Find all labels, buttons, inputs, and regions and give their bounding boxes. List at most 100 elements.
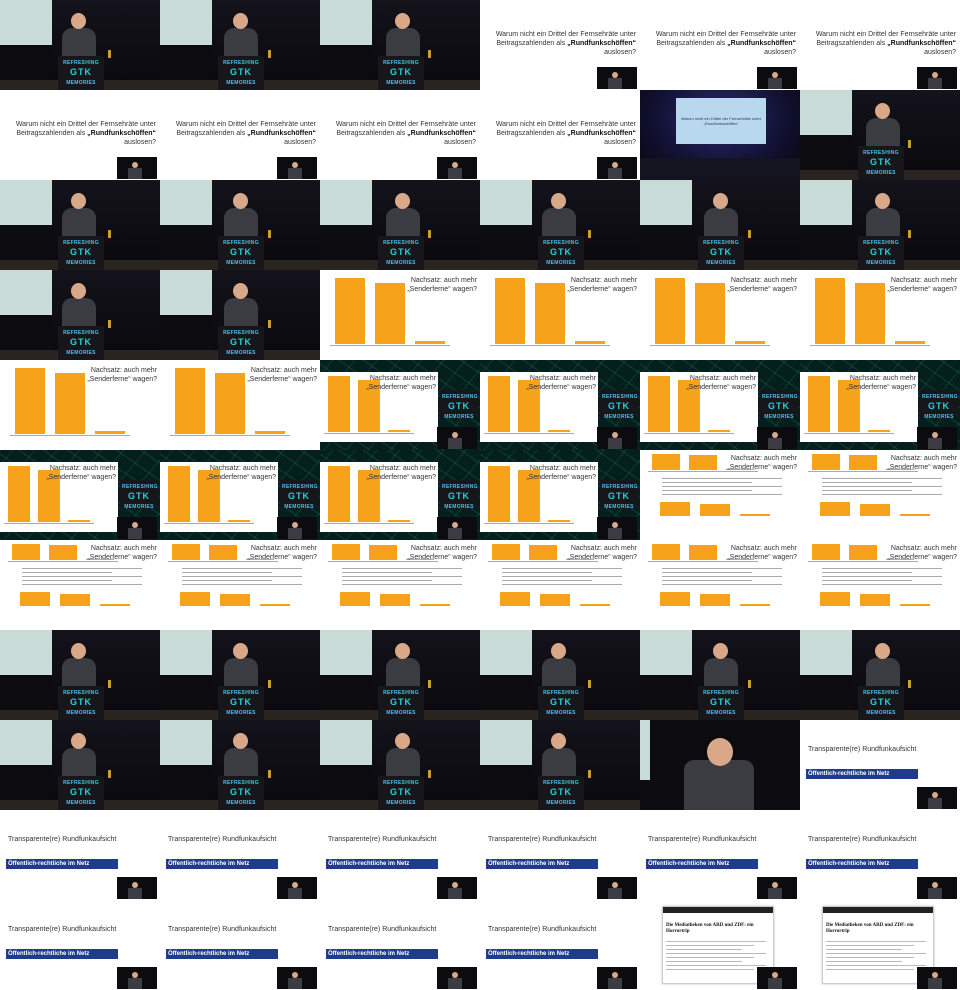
speaker-body xyxy=(288,168,302,179)
speaker-body xyxy=(768,438,782,449)
note-text-line xyxy=(342,580,432,581)
lower-chart-bar xyxy=(380,594,410,606)
thumbnail-chart-net: Nachsatz: auch mehr „Senderferne“ wagen? R… xyxy=(640,360,800,450)
chart-bar xyxy=(14,368,46,434)
chart-title: Nachsatz: auch mehr „Senderferne“ wagen? xyxy=(366,374,436,392)
microphone xyxy=(588,770,591,778)
speaker-body xyxy=(704,208,738,238)
chart-title-line-2: „Senderferne“ wagen? xyxy=(887,554,957,561)
chart-bar xyxy=(529,545,557,560)
lower-chart-bar xyxy=(100,604,130,606)
thumbnail-chart: Nachsatz: auch mehr „Senderferne“ wagen? xyxy=(320,270,480,360)
thumbnail-grid: REFRESHING GTK MEMORIES REFRESHING GTK MEMORI… xyxy=(0,0,960,990)
microphone xyxy=(908,680,911,688)
podium-label-mid: GTK xyxy=(870,247,892,257)
chart-title-line-1: Nachsatz: auch mehr xyxy=(570,545,637,552)
speaker-inset xyxy=(917,787,957,809)
microphone xyxy=(748,680,751,688)
speaker-inset xyxy=(597,517,637,539)
lower-chart-bar xyxy=(220,594,250,606)
chart-title-line-1: Nachsatz: auch mehr xyxy=(730,277,797,284)
podium-label-bottom: MEMORIES xyxy=(66,800,96,806)
chart-title: Nachsatz: auch mehr „Senderferne“ wagen? xyxy=(366,464,436,482)
podium: REFRESHING GTK MEMORIES xyxy=(58,776,104,810)
podium-label-mid: GTK xyxy=(128,491,150,501)
note-text-line xyxy=(342,584,462,585)
speaker-body xyxy=(448,528,462,539)
speaker-body xyxy=(608,438,622,449)
podium-label-mid: GTK xyxy=(550,247,572,257)
podium-label-bottom: MEMORIES xyxy=(284,504,314,510)
question-text: Warum nicht ein Drittel der Fernsehräte … xyxy=(486,120,636,147)
article-text-line xyxy=(826,957,914,958)
lower-chart-bar xyxy=(660,592,690,606)
speaker-inset xyxy=(437,427,477,449)
speaker-head xyxy=(707,738,733,766)
rt-slide-title: Transparente(re) Rundfunkaufsicht xyxy=(8,926,117,933)
chart-slide-panel: Nachsatz: auch mehr „Senderferne“ wagen? xyxy=(480,462,598,532)
speaker-body xyxy=(928,888,942,899)
projection-screen xyxy=(320,180,372,225)
thumbnail-stage: REFRESHING GTK MEMORIES xyxy=(0,720,160,810)
podium-label-mid: GTK xyxy=(390,67,412,77)
chart-title: Nachsatz: auch mehr „Senderferne“ wagen? xyxy=(526,374,596,392)
note-text-line xyxy=(22,572,112,573)
chart-title-line-1: Nachsatz: auch mehr xyxy=(570,277,637,284)
question-line-2-bold: „Rundfunkschöffen“ xyxy=(407,130,476,137)
chart-title-line-1: Nachsatz: auch mehr xyxy=(250,367,317,374)
chart-bar xyxy=(67,520,91,522)
chart-bar xyxy=(7,466,31,522)
rt-slide-banner: Öffentlich-rechtliche im Netz xyxy=(6,949,118,959)
chart-bar xyxy=(209,545,237,560)
article-header-bar xyxy=(663,907,773,913)
speaker-body xyxy=(448,438,462,449)
note-text-line xyxy=(342,568,462,569)
lower-chart-bar xyxy=(420,604,450,606)
chart-title-line-1: Nachsatz: auch mehr xyxy=(90,367,157,374)
podium-label-bottom: MEMORIES xyxy=(226,260,256,266)
rt-slide-banner: Öffentlich-rechtliche im Netz xyxy=(326,859,438,869)
chart-title-line-2: „Senderferne“ wagen? xyxy=(727,286,797,293)
speaker-inset xyxy=(437,967,477,989)
speaker-head xyxy=(71,733,86,749)
speaker-body xyxy=(128,978,142,989)
question-line-2-bold: „Rundfunkschöffen“ xyxy=(727,40,796,47)
thumbnail-rt: Transparente(re) Rundfunkaufsicht Öffentl… xyxy=(160,900,320,990)
chart-bar xyxy=(94,431,126,434)
speaker-inset xyxy=(917,877,957,899)
projection-screen xyxy=(480,180,532,225)
chart-title-line-1: Nachsatz: auch mehr xyxy=(890,455,957,462)
question-line-2-bold: „Rundfunkschöffen“ xyxy=(87,130,156,137)
chart-title-line-1: Nachsatz: auch mehr xyxy=(730,455,797,462)
thumbnail-chart-notes: Nachsatz: auch mehr „Senderferne“ wagen? xyxy=(800,540,960,630)
question-text: Warum nicht ein Drittel der Fernsehräte … xyxy=(166,120,316,147)
podium-label-top: REFRESHING xyxy=(442,484,478,490)
note-text-line xyxy=(662,568,782,569)
chart-title-line-2: „Senderferne“ wagen? xyxy=(87,554,157,561)
podium: REFRESHING GTK MEMORIES xyxy=(600,390,638,420)
question-text: Warum nicht ein Drittel der Fernsehräte … xyxy=(646,30,796,57)
chart-title-line-2: „Senderferne“ wagen? xyxy=(407,554,477,561)
microphone xyxy=(268,680,271,688)
microphone xyxy=(268,230,271,238)
podium: REFRESHING GTK MEMORIES xyxy=(920,390,958,420)
chart-bar xyxy=(534,283,566,344)
rt-slide-title: Transparente(re) Rundfunkaufsicht xyxy=(328,836,437,843)
projection-screen xyxy=(160,180,212,225)
podium: REFRESHING GTK MEMORIES xyxy=(538,236,584,270)
speaker-body xyxy=(542,658,576,688)
thumbnail-stage: REFRESHING GTK MEMORIES xyxy=(800,90,960,180)
projection-screen xyxy=(640,720,650,780)
lower-chart-bar xyxy=(860,594,890,606)
podium-label-top: REFRESHING xyxy=(863,690,899,696)
thumbnail-chart: Nachsatz: auch mehr „Senderferne“ wagen? xyxy=(800,270,960,360)
podium-label-mid: GTK xyxy=(448,401,470,411)
thumbnail-stage: REFRESHING GTK MEMORIES xyxy=(320,720,480,810)
podium: REFRESHING GTK MEMORIES xyxy=(698,686,744,720)
microphone xyxy=(748,230,751,238)
thumbnail-question: Warum nicht ein Drittel der Fernsehräte … xyxy=(640,0,800,90)
question-line-2-prefix: Beitragszahlenden als xyxy=(496,130,568,137)
speaker-body xyxy=(386,28,420,58)
podium-label-mid: GTK xyxy=(710,697,732,707)
chart-bar xyxy=(414,341,446,344)
